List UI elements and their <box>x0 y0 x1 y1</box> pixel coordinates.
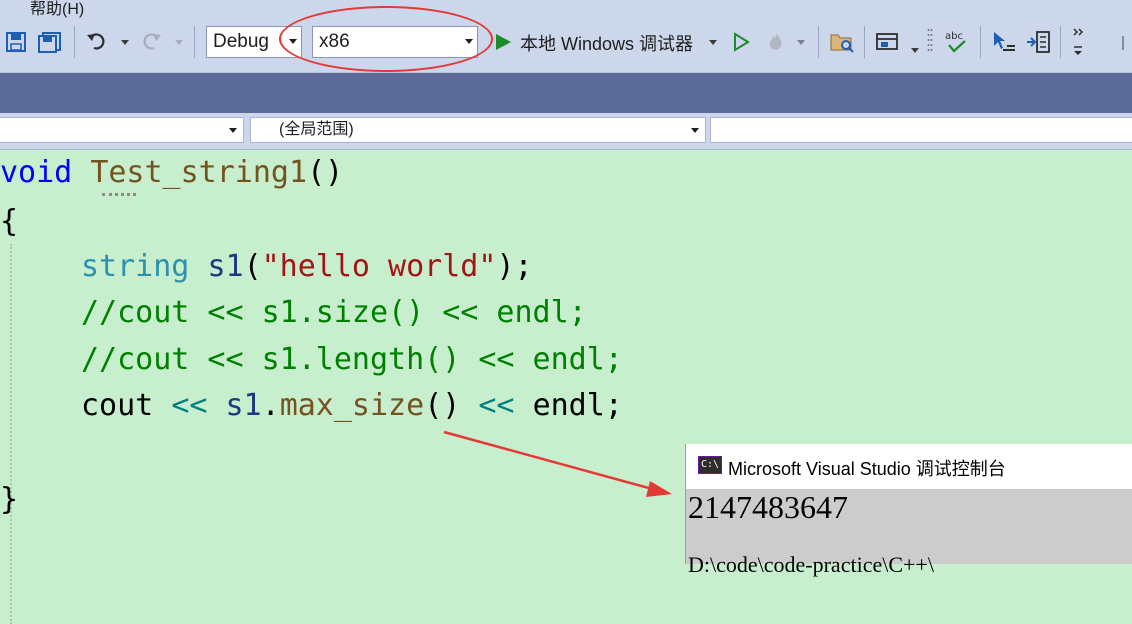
call-parens: () <box>424 388 461 423</box>
open-brace: { <box>0 204 19 239</box>
toolbar-separator <box>194 26 195 58</box>
debug-console-window[interactable]: C:\ Microsoft Visual Studio 调试控制台 214748… <box>685 444 1132 577</box>
save-all-icon[interactable] <box>36 30 64 54</box>
document-tab-band <box>0 73 1132 113</box>
spell-check-icon[interactable]: abc <box>942 28 972 56</box>
start-without-debugging-icon[interactable] <box>730 31 752 53</box>
toolbar-separator <box>980 26 981 58</box>
redo-dropdown-icon[interactable] <box>175 40 183 45</box>
console-app-icon: C:\ <box>698 456 722 474</box>
project-dropdown[interactable] <box>0 117 244 143</box>
variable-s1: s1 <box>207 249 244 284</box>
toolbar-overflow-icon[interactable] <box>1070 26 1086 58</box>
close-brace: } <box>0 482 19 517</box>
configuration-dropdown[interactable]: Debug <box>206 26 302 58</box>
paren-close: ); <box>496 249 533 284</box>
console-titlebar[interactable]: C:\ Microsoft Visual Studio 调试控制台 <box>686 444 1132 489</box>
dot: . <box>261 388 280 423</box>
function-underline <box>102 193 136 196</box>
code-line-6: cout << s1.max_size() << endl; <box>81 386 623 426</box>
toolbar-separator <box>864 26 865 58</box>
debugger-dropdown-icon[interactable] <box>709 40 717 45</box>
member-dropdown[interactable] <box>710 117 1132 143</box>
menu-help[interactable]: 帮助(H) <box>30 0 84 19</box>
operator-shift-2: << <box>478 388 515 423</box>
toolbar-separator <box>74 26 75 58</box>
code-line-8: } <box>0 480 18 520</box>
toolbar-separator <box>1060 26 1061 58</box>
platform-value: x86 <box>319 31 350 52</box>
identifier-endl: endl; <box>532 388 623 423</box>
function-name: Test_string1 <box>90 155 308 190</box>
code-line-5-comment: //cout << s1.length() << endl; <box>81 342 623 377</box>
cursor-format-icon[interactable] <box>990 29 1018 55</box>
method-max-size: max_size <box>279 388 425 423</box>
string-literal: "hello world" <box>261 249 497 284</box>
chevron-down-icon <box>229 128 237 133</box>
toolbar-grip-icon <box>1122 34 1132 52</box>
folder-search-icon[interactable] <box>828 29 856 55</box>
configuration-value: Debug <box>213 31 269 52</box>
operator-shift-1: << <box>171 388 208 423</box>
start-debugger-button[interactable]: 本地 Windows 调试器 <box>520 30 693 56</box>
console-path-line: D:\code\code-practice\C++\ <box>688 552 934 577</box>
code-line-1: void Test_string1() <box>0 153 343 193</box>
svg-text:abc: abc <box>945 31 963 42</box>
undo-dropdown-icon[interactable] <box>121 40 129 45</box>
start-debug-icon[interactable] <box>492 31 514 53</box>
toolbar: 帮助(H) Debug x86 本地 Windows 调试器 abc <box>0 0 1132 73</box>
indent-icon[interactable] <box>1024 29 1052 55</box>
indent-guide <box>10 244 12 624</box>
grip-icon <box>925 27 935 57</box>
paren-open: ( <box>243 249 262 284</box>
chevron-down-icon <box>691 128 699 133</box>
parens: () <box>307 155 344 190</box>
navigation-bar: (全局范围) <box>0 113 1132 150</box>
toolbar-separator <box>818 26 819 58</box>
code-line-2: { <box>0 202 18 242</box>
chevron-down-icon <box>465 39 473 44</box>
redo-icon[interactable] <box>138 28 164 54</box>
hot-reload-icon[interactable] <box>764 30 788 54</box>
undo-icon[interactable] <box>84 28 110 54</box>
identifier-cout: cout <box>81 388 154 423</box>
variable-s1: s1 <box>225 388 262 423</box>
hot-reload-dropdown-icon[interactable] <box>797 40 805 45</box>
console-output: 2147483647 <box>688 489 848 525</box>
window-layout-icon[interactable] <box>874 30 902 54</box>
keyword-void: void <box>0 155 73 190</box>
code-line-3: string s1("hello world"); <box>81 247 533 287</box>
save-icon[interactable] <box>4 30 28 54</box>
layout-dropdown-icon[interactable] <box>911 48 919 53</box>
chevron-down-icon <box>289 39 297 44</box>
scope-value: (全局范围) <box>279 121 354 138</box>
type-string: string <box>81 249 190 284</box>
console-title: Microsoft Visual Studio 调试控制台 <box>728 459 1006 479</box>
platform-dropdown[interactable]: x86 <box>312 26 478 58</box>
scope-dropdown[interactable]: (全局范围) <box>250 117 706 143</box>
code-line-4-comment: //cout << s1.size() << endl; <box>81 295 587 330</box>
